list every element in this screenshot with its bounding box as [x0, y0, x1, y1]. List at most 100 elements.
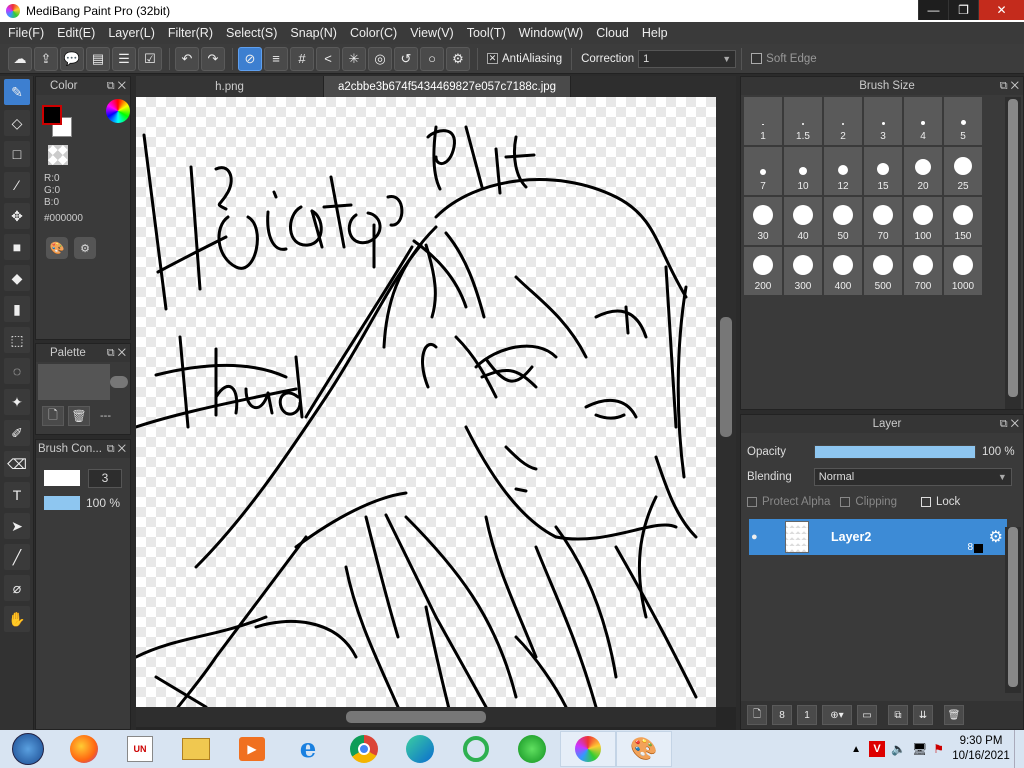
canvas-vertical-scrollbar[interactable] [716, 97, 736, 707]
layer-settings-gear-icon[interactable]: ⚙ [989, 527, 1003, 547]
snap-parallel-icon[interactable]: ≡ [264, 46, 288, 71]
brush-size-cell[interactable]: 1 [744, 97, 782, 145]
menu-filter[interactable]: Filter(R) [164, 26, 222, 40]
delete-layer-icon[interactable]: 🗑 [944, 705, 964, 725]
brush-size-cell[interactable]: 40 [784, 197, 822, 245]
material-icon[interactable]: ▤ [86, 46, 110, 71]
chrome-icon[interactable] [336, 731, 392, 767]
checklist-icon[interactable]: ☑ [138, 46, 162, 71]
layer-scrollbar[interactable] [1005, 527, 1021, 693]
text-tool-icon[interactable]: T [4, 482, 30, 508]
new-halftone-layer-icon[interactable]: 1 [797, 705, 817, 725]
add-layer-dropdown-icon[interactable]: ⊕▾ [822, 705, 852, 725]
vietkey-icon[interactable]: V [869, 741, 886, 757]
bucket-tool-icon[interactable]: ◆ [4, 265, 30, 291]
horizontal-scroll-thumb[interactable] [346, 711, 486, 723]
layer-item[interactable]: ● Layer2 8 ⚙ [749, 519, 1007, 555]
media-player-icon[interactable]: ▶ [224, 731, 280, 767]
merge-layer-icon[interactable]: ⇊ [913, 705, 933, 725]
redo-icon[interactable]: ↷ [201, 46, 225, 71]
brush-opacity-bar[interactable] [44, 496, 80, 510]
antialiasing-checkbox[interactable]: ✕ [487, 53, 498, 64]
taskbar-clock[interactable]: 9:30 PM 10/16/2021 [948, 734, 1014, 764]
correction-select[interactable]: 1 ▼ [638, 49, 737, 68]
palette-scroll-thumb[interactable] [110, 376, 128, 388]
menu-tool[interactable]: Tool(T) [463, 26, 515, 40]
network-icon[interactable]: 🖥 [912, 742, 927, 756]
show-desktop-button[interactable] [1014, 730, 1024, 768]
primary-color-swatch[interactable] [42, 105, 62, 125]
transparent-color-swatch[interactable] [48, 145, 68, 165]
brush-size-cell[interactable]: 10 [784, 147, 822, 195]
medibang-taskbar-icon[interactable] [560, 731, 616, 767]
new-palette-icon[interactable]: 🗋 [42, 406, 64, 426]
snap-curve-icon[interactable]: ↺ [394, 46, 418, 71]
brush-size-cell[interactable]: 20 [904, 147, 942, 195]
coccoc-icon[interactable] [448, 731, 504, 767]
new-layer-icon[interactable]: 🗋 [747, 705, 767, 725]
brush-size-input[interactable]: 3 [88, 469, 122, 488]
brush-size-cell[interactable]: 50 [824, 197, 862, 245]
magic-wand-tool-icon[interactable]: ✦ [4, 389, 30, 415]
menu-select[interactable]: Select(S) [222, 26, 286, 40]
menu-layer[interactable]: Layer(L) [104, 26, 164, 40]
brush-size-cell[interactable]: 4 [904, 97, 942, 145]
minimize-button[interactable]: — [918, 0, 948, 20]
start-button-icon[interactable] [0, 731, 56, 767]
layer-visibility-icon[interactable]: ● [751, 531, 765, 543]
firefox-icon[interactable] [56, 731, 112, 767]
brush-size-cell[interactable]: 1000 [944, 247, 982, 295]
eraser-tool-icon[interactable]: ◇ [4, 110, 30, 136]
soft-edge-checkbox[interactable] [751, 53, 763, 64]
color-settings-icon[interactable]: ⚙ [74, 237, 96, 259]
brush-size-cell[interactable]: 300 [784, 247, 822, 295]
cloud-icon[interactable]: ☁ [8, 46, 32, 71]
brush-size-cell[interactable]: 70 [864, 197, 902, 245]
volume-icon[interactable]: 🔈 [891, 742, 906, 756]
undo-icon[interactable]: ↶ [175, 46, 199, 71]
brush-size-cell[interactable]: 5 [944, 97, 982, 145]
drawing-canvas[interactable] [136, 97, 716, 707]
brush-size-cell[interactable]: 25 [944, 147, 982, 195]
rectangle-tool-icon[interactable]: □ [4, 141, 30, 167]
divide-tool-icon[interactable]: ╱ [4, 544, 30, 570]
brush-size-cell[interactable]: 200 [744, 247, 782, 295]
restore-button[interactable]: ❐ [948, 0, 978, 20]
brush-size-cell[interactable]: 3 [864, 97, 902, 145]
menu-cloud[interactable]: Cloud [592, 26, 638, 40]
canvas-horizontal-scrollbar[interactable] [136, 707, 716, 727]
menu-file[interactable]: File(F) [4, 26, 53, 40]
menu-help[interactable]: Help [638, 26, 677, 40]
clipping-checkbox[interactable] [840, 496, 851, 507]
paint-taskbar-icon[interactable]: 🎨 [616, 731, 672, 767]
menu-color[interactable]: Color(C) [346, 26, 406, 40]
move-tool-icon[interactable]: ✥ [4, 203, 30, 229]
tab-a2cbbe3b[interactable]: a2cbbe3b674f5434469827e057c7188c.jpg [324, 76, 572, 97]
eyedropper-tool-icon[interactable]: ⌀ [4, 575, 30, 601]
select-pen-tool-icon[interactable]: ✐ [4, 420, 30, 446]
brush-size-cell[interactable]: 1.5 [784, 97, 822, 145]
layer-scroll-thumb[interactable] [1008, 527, 1018, 687]
brush-size-cell[interactable]: 500 [864, 247, 902, 295]
dot-tool-icon[interactable]: ⁄ [4, 172, 30, 198]
file-explorer-icon[interactable] [168, 731, 224, 767]
brush-size-cell[interactable]: 12 [824, 147, 862, 195]
folder-icon[interactable]: ▭ [857, 705, 877, 725]
snap-radial-icon[interactable]: ✳ [342, 46, 366, 71]
brush-size-cell[interactable]: 30 [744, 197, 782, 245]
palette-icon[interactable]: 🎨 [46, 237, 68, 259]
fill-rect-tool-icon[interactable]: ■ [4, 234, 30, 260]
snap-grid-icon[interactable]: # [290, 46, 314, 71]
delete-palette-icon[interactable]: 🗑 [68, 406, 90, 426]
lock-checkbox[interactable] [920, 496, 931, 507]
page-list-icon[interactable]: ☰ [112, 46, 136, 71]
tray-expand-icon[interactable]: ▲ [851, 744, 861, 755]
close-button[interactable]: ✕ [978, 0, 1024, 20]
snap-circle-icon[interactable]: ○ [420, 46, 444, 71]
panel-close-icon[interactable]: ⧉ ✕ [1000, 418, 1019, 431]
brush-size-cell[interactable]: 400 [824, 247, 862, 295]
snap-settings-icon[interactable]: ⚙ [446, 46, 470, 71]
brush-size-cell[interactable]: 150 [944, 197, 982, 245]
operation-tool-icon[interactable]: ➤ [4, 513, 30, 539]
panel-close-icon[interactable]: ⧉ ✕ [107, 347, 126, 360]
